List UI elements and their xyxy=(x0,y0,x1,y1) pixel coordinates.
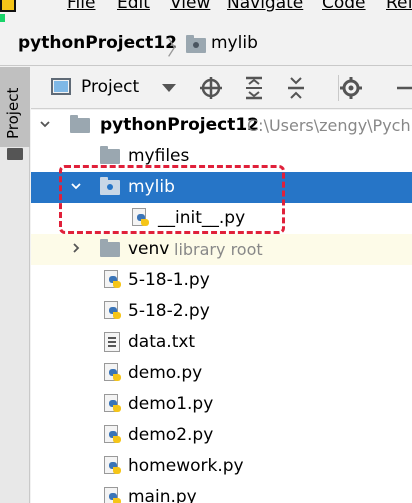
project-tool-tab[interactable]: Project xyxy=(0,67,30,147)
python-file-icon xyxy=(104,363,124,383)
project-tool-tab-label: Project xyxy=(4,87,22,139)
tree-item-label: demo2.py xyxy=(128,425,214,445)
menu-file[interactable]: File xyxy=(67,0,95,13)
library-root-label: library root xyxy=(174,240,263,259)
tree-item-file[interactable]: demo1.py xyxy=(31,389,412,420)
tree-item-venv[interactable]: venv library root xyxy=(31,234,412,265)
tree-item-label: 5-18-2.py xyxy=(128,301,210,321)
folder-icon xyxy=(100,239,120,259)
tree-item-label: main.py xyxy=(128,487,197,503)
hide-panel-icon[interactable] xyxy=(393,75,412,101)
view-selector-label[interactable]: Project xyxy=(81,77,139,97)
root-name: pythonProject12 xyxy=(100,115,260,135)
tree-item-label: demo1.py xyxy=(128,394,214,414)
python-file-icon xyxy=(104,301,124,321)
tree-item-file[interactable]: demo.py xyxy=(31,358,412,389)
python-file-icon xyxy=(104,270,124,290)
tool-window-strip: Project xyxy=(0,67,30,503)
target-icon[interactable] xyxy=(198,75,224,101)
folder-icon xyxy=(100,146,120,166)
text-file-icon xyxy=(104,332,124,352)
menu-edit[interactable]: Edit xyxy=(117,0,150,13)
folder-icon xyxy=(70,115,90,135)
python-file-icon xyxy=(104,456,124,476)
tree-item-file[interactable]: 5-18-1.py xyxy=(31,265,412,296)
tree-item-file[interactable]: data.txt xyxy=(31,327,412,358)
annotation-highlight-box xyxy=(59,165,285,234)
menu-code[interactable]: Code xyxy=(322,0,366,13)
tree-item-file[interactable]: homework.py xyxy=(31,451,412,482)
tree-item-label: data.txt xyxy=(128,332,196,352)
app-logo-icon xyxy=(0,0,16,12)
breadcrumb-project[interactable]: pythonProject12 xyxy=(18,33,177,53)
tree-item-label: 5-18-1.py xyxy=(128,270,210,290)
menu-navigate[interactable]: Navigate xyxy=(227,0,303,13)
collapse-all-icon[interactable] xyxy=(283,75,309,101)
gear-icon[interactable] xyxy=(338,75,364,101)
tree-item-label: demo.py xyxy=(128,363,203,383)
breadcrumb-folder[interactable]: mylib xyxy=(211,33,258,53)
project-view-icon xyxy=(51,78,71,95)
python-file-icon xyxy=(104,425,124,445)
tree-root[interactable]: pythonProject12 C:\Users\zengy\Pych xyxy=(31,110,412,141)
tree-item-file[interactable]: main.py xyxy=(31,482,412,503)
folder-icon xyxy=(186,35,206,53)
tree-item-label: myfiles xyxy=(128,146,190,166)
structure-icon[interactable] xyxy=(7,148,23,160)
menu-refactor[interactable]: Ref xyxy=(386,0,412,13)
chevron-down-icon[interactable] xyxy=(162,84,176,92)
tree-item-file[interactable]: 5-18-2.py xyxy=(31,296,412,327)
root-path: C:\Users\zengy\Pych xyxy=(247,116,411,135)
menu-bar: File Edit View Navigate Code Ref xyxy=(0,0,412,14)
expand-all-icon[interactable] xyxy=(241,75,267,101)
breadcrumb: pythonProject12 〉 mylib xyxy=(0,22,412,66)
chevron-right-icon[interactable] xyxy=(71,243,81,253)
project-toolbar: Project xyxy=(31,67,412,109)
tree-item-label: homework.py xyxy=(128,456,244,476)
tree-item-file[interactable]: demo2.py xyxy=(31,420,412,451)
menu-view[interactable]: View xyxy=(170,0,210,13)
python-file-icon xyxy=(104,487,124,503)
python-file-icon xyxy=(104,394,124,414)
chevron-right-icon: 〉 xyxy=(167,36,187,60)
chevron-down-icon[interactable] xyxy=(40,119,50,129)
tree-item-label: venv xyxy=(128,239,170,259)
